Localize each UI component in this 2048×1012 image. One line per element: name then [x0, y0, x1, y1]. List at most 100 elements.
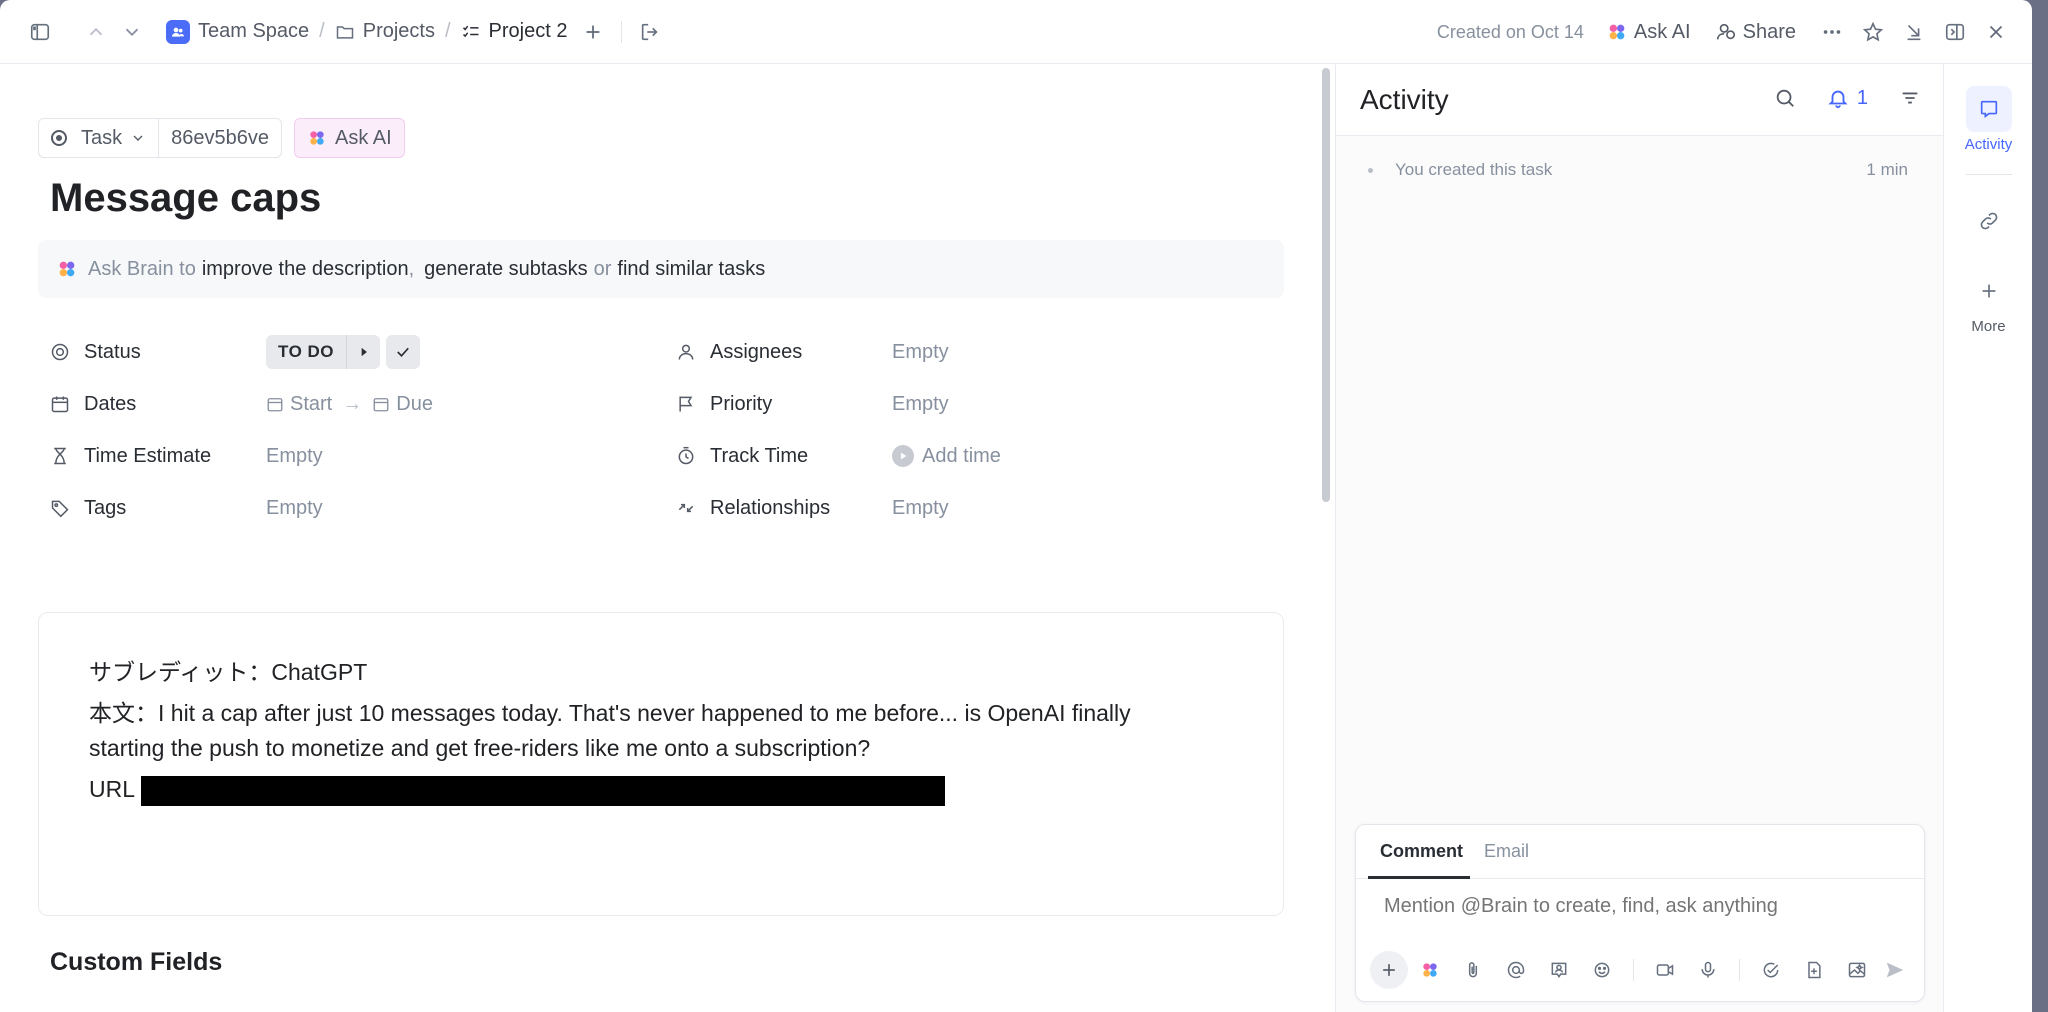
rail-divider	[1966, 174, 2012, 175]
add-time-label: Add time	[922, 444, 1001, 467]
rail-links[interactable]	[1944, 198, 2032, 244]
generate-subtasks-link[interactable]: generate subtasks	[424, 258, 587, 281]
divider	[621, 20, 623, 43]
star-icon[interactable]	[1861, 20, 1885, 44]
tag-icon	[51, 500, 69, 518]
add-attachment-icon[interactable]	[1370, 951, 1408, 989]
brain-comma: ,	[408, 257, 415, 280]
due-date-button[interactable]: Due	[372, 393, 433, 416]
main-scrollbar[interactable]	[1322, 68, 1330, 502]
brain-or: or	[593, 257, 612, 280]
task-title[interactable]: Message caps	[50, 176, 321, 221]
status-text: TO DO	[278, 342, 335, 361]
top-bar: Team Space / Projects / Project 2 Create…	[0, 0, 2032, 64]
activity-item: You created this task 1 min	[1368, 160, 1908, 180]
video-icon[interactable]	[1653, 958, 1677, 982]
activity-item-text: You created this task	[1395, 160, 1553, 179]
activity-title: Activity	[1360, 84, 1449, 115]
active-tab-indicator	[1368, 876, 1470, 879]
right-rail: Activity More	[1943, 64, 2032, 1012]
ask-brain-bar: Ask Brain to improve the description , g…	[38, 240, 1284, 298]
flag-icon	[679, 396, 693, 412]
mention-icon[interactable]	[1504, 958, 1528, 982]
status-label: Status	[50, 341, 141, 364]
task-type-box: Task 86ev5b6ve	[38, 118, 282, 158]
assign-comment-icon[interactable]	[1547, 958, 1571, 982]
ai-sparkle-icon	[310, 131, 324, 145]
sidebar-toggle-icon[interactable]	[26, 18, 54, 46]
comment-toolbar	[1370, 951, 1888, 989]
status-value: TO DO	[266, 335, 421, 369]
comment-bubble-icon	[1965, 86, 2012, 132]
paperclip-icon[interactable]	[1461, 958, 1485, 982]
task-type-icon	[51, 130, 67, 146]
image-ai-icon[interactable]	[1845, 958, 1869, 982]
emoji-icon[interactable]	[1590, 958, 1614, 982]
brain-ai-icon[interactable]	[1418, 958, 1442, 982]
breadcrumb-folder-label: Projects	[362, 20, 435, 42]
tab-email[interactable]: Email	[1484, 841, 1529, 862]
search-icon[interactable]	[1773, 86, 1797, 110]
filter-icon[interactable]	[1898, 86, 1922, 110]
rail-more-label: More	[1971, 318, 2006, 335]
redacted-url	[141, 775, 946, 806]
calendar-icon	[267, 398, 283, 412]
microphone-icon[interactable]	[1696, 958, 1720, 982]
stopwatch-icon	[678, 446, 694, 465]
toolbar-divider	[1739, 959, 1740, 981]
more-options-icon[interactable]	[1820, 20, 1844, 44]
breadcrumb-space-label: Team Space	[198, 20, 310, 42]
activity-panel: Activity 1 You created this task 1 min C…	[1335, 64, 1944, 1012]
document-add-icon[interactable]	[1802, 958, 1826, 982]
layout-icon[interactable]	[1943, 20, 1967, 44]
task-main: Task 86ev5b6ve Ask AI Message caps Ask B…	[0, 64, 1322, 1012]
activity-tools: 1	[1743, 86, 1922, 110]
chevron-down-icon[interactable]	[118, 18, 146, 46]
description-line-body: 本文：I hit a cap after just 10 messages to…	[89, 700, 1131, 761]
priority-value[interactable]: Empty	[892, 393, 949, 416]
send-icon[interactable]	[1884, 959, 1906, 981]
assignees-value[interactable]: Empty	[892, 341, 949, 364]
time-estimate-value[interactable]: Empty	[266, 445, 323, 468]
breadcrumb-list-label: Project 2	[488, 20, 568, 42]
share-button[interactable]: Share	[1715, 21, 1796, 44]
tab-comment[interactable]: Comment	[1380, 841, 1463, 862]
breadcrumb-list[interactable]: Project 2	[461, 20, 568, 43]
task-id[interactable]: 86ev5b6ve	[159, 127, 281, 150]
ask-ai-button[interactable]: Ask AI	[1606, 21, 1691, 44]
improve-description-link[interactable]: improve the description	[202, 258, 409, 281]
track-time-label: Track Time	[676, 445, 808, 468]
chevron-down-icon	[133, 135, 143, 141]
description-line-subreddit: サブレディット：ChatGPT	[89, 659, 368, 685]
share-people-icon	[1716, 23, 1735, 40]
rail-activity[interactable]: Activity	[1944, 86, 2032, 153]
relationships-value[interactable]: Empty	[892, 497, 949, 520]
task-window: Team Space / Projects / Project 2 Create…	[0, 0, 2032, 1012]
start-date-button[interactable]: Start	[266, 393, 332, 416]
find-similar-tasks-link[interactable]: find similar tasks	[617, 258, 765, 281]
add-icon[interactable]	[579, 18, 607, 46]
chevron-up-icon[interactable]	[82, 18, 110, 46]
status-pill[interactable]: TO DO	[266, 335, 381, 369]
checkmark-add-icon[interactable]	[1759, 958, 1783, 982]
activity-item-time: 1 min	[1866, 160, 1908, 179]
next-status-icon[interactable]	[346, 335, 380, 369]
complete-check-button[interactable]	[386, 335, 421, 369]
minimize-icon[interactable]	[1902, 20, 1926, 44]
toolbar-divider	[1633, 959, 1634, 981]
breadcrumb-separator: /	[319, 20, 325, 42]
task-ask-ai-button[interactable]: Ask AI	[294, 118, 405, 158]
description-box[interactable]: サブレディット：ChatGPT 本文：I hit a cap after jus…	[38, 612, 1284, 916]
share-label: Share	[1742, 20, 1796, 43]
dates-label: Dates	[50, 393, 136, 416]
comment-input[interactable]	[1384, 895, 1904, 918]
breadcrumb-folder[interactable]: Projects	[335, 20, 435, 43]
rail-more[interactable]: More	[1944, 268, 2032, 335]
tags-value[interactable]: Empty	[266, 497, 323, 520]
add-time-button[interactable]: Add time	[892, 445, 1001, 468]
notifications-button[interactable]: 1	[1827, 87, 1868, 110]
breadcrumb-space[interactable]: Team Space	[166, 19, 310, 44]
close-icon[interactable]	[1984, 20, 2008, 44]
move-icon[interactable]	[636, 18, 664, 46]
task-type-dropdown[interactable]: Task	[39, 119, 160, 157]
